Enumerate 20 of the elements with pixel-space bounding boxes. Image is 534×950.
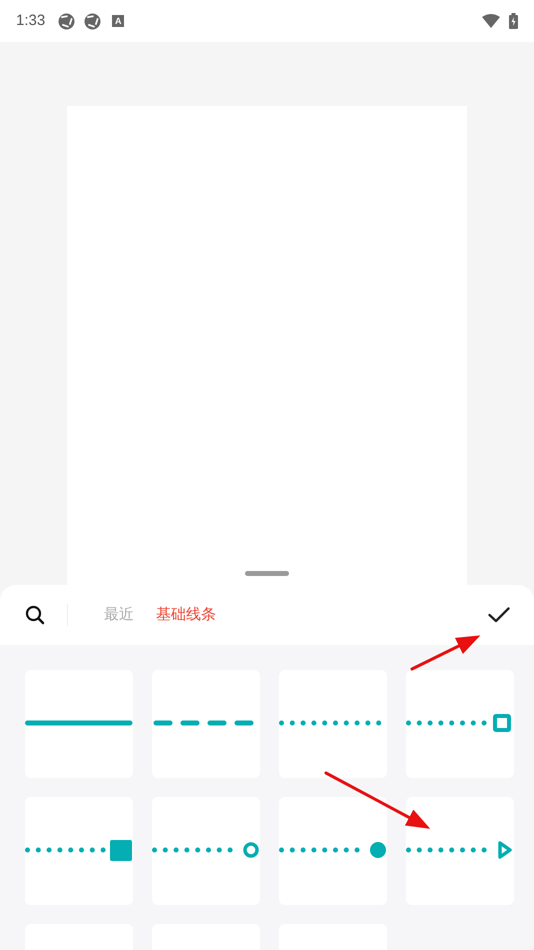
drag-handle[interactable] (245, 571, 289, 576)
line-style-option[interactable] (152, 670, 260, 778)
category-tab[interactable]: 最近 (104, 596, 134, 634)
line-style-option[interactable] (279, 670, 387, 778)
notification-icon: A (112, 15, 124, 27)
annotation-arrow (410, 635, 480, 670)
category-tab[interactable]: 基础线条 (156, 596, 216, 634)
line-style-option[interactable] (25, 797, 133, 905)
line-style-option[interactable] (152, 797, 260, 905)
aperture-icon (84, 12, 102, 30)
line-style-option[interactable] (406, 797, 514, 905)
check-icon (488, 607, 510, 623)
status-time: 1:33 (16, 10, 46, 31)
aperture-icon (58, 12, 76, 30)
line-style-option[interactable] (406, 670, 514, 778)
line-style-option[interactable] (279, 797, 387, 905)
line-style-option[interactable] (25, 670, 133, 778)
search-icon (25, 605, 45, 625)
battery-icon (509, 13, 518, 29)
wifi-icon (482, 14, 500, 28)
